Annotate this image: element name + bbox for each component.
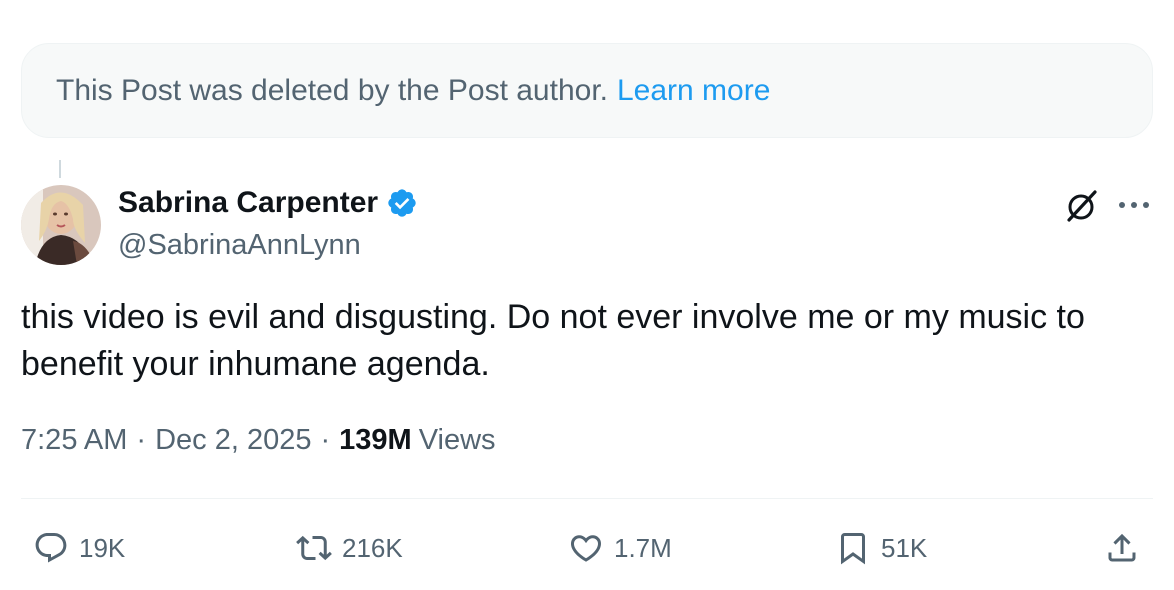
like-button[interactable]: 1.7M: [568, 528, 672, 568]
meta-separator: ·: [136, 424, 147, 456]
grok-button[interactable]: [1062, 186, 1102, 226]
views-label: Views: [418, 424, 496, 456]
reply-button[interactable]: 19K: [33, 528, 125, 568]
learn-more-link[interactable]: Learn more: [617, 74, 770, 108]
more-options-button[interactable]: [1114, 190, 1154, 220]
heart-icon: [570, 535, 602, 562]
author-handle[interactable]: @SabrinaAnnLynn: [118, 229, 361, 262]
deleted-post-notice: This Post was deleted by the Post author…: [21, 43, 1153, 138]
like-count: 1.7M: [614, 532, 672, 563]
deleted-notice-text: This Post was deleted by the Post author…: [56, 73, 608, 107]
grok-icon: [1067, 190, 1097, 222]
avatar-image: [21, 185, 101, 265]
avatar[interactable]: [21, 185, 101, 265]
divider: [21, 498, 1153, 499]
views-count: 139M: [339, 424, 412, 456]
repost-count: 216K: [342, 532, 403, 563]
more-icon: [1119, 202, 1149, 208]
share-icon: [1108, 533, 1136, 562]
meta-separator: ·: [320, 424, 331, 456]
bookmark-icon: [841, 533, 865, 565]
author-display-name[interactable]: Sabrina Carpenter: [118, 186, 418, 220]
post-time[interactable]: 7:25 AM: [21, 424, 127, 457]
bookmark-count: 51K: [881, 532, 928, 563]
share-button[interactable]: [1104, 528, 1140, 568]
post-text: this video is evil and disgusting. Do no…: [21, 298, 1085, 383]
thread-connector-line: [59, 160, 61, 178]
repost-button[interactable]: 216K: [296, 528, 403, 568]
author-name-text: Sabrina Carpenter: [118, 186, 379, 219]
reply-count: 19K: [79, 532, 126, 563]
repost-icon: [296, 535, 332, 561]
post-date[interactable]: Dec 2, 2025: [155, 424, 311, 457]
post-metadata: 7:25 AM · Dec 2, 2025 · 139M Views: [21, 424, 496, 457]
bookmark-button[interactable]: 51K: [835, 528, 927, 568]
reply-icon: [35, 533, 67, 563]
verified-badge-icon[interactable]: [386, 187, 418, 219]
